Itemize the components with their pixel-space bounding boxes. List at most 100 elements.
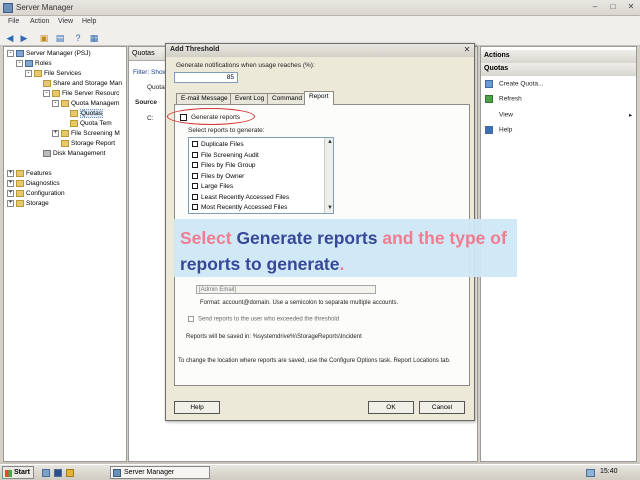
forward-arrow-icon[interactable]: ▶ [18,32,30,44]
up-folder-icon[interactable]: ▣ [38,32,50,44]
folder-icon [61,99,69,107]
row-c-drive[interactable]: C: [147,115,154,122]
report-type-list[interactable]: ▲ ▼ Duplicate Files File Screening Audit F… [188,137,334,214]
show-hide-tree-icon[interactable]: ▤ [54,32,66,44]
action-view[interactable]: View ▸ [485,111,632,119]
highlight-ellipse [167,108,255,125]
report-check-box[interactable] [192,162,198,169]
tree-item[interactable]: + Features [7,169,52,179]
report-list-item[interactable]: Files by Owner [192,172,244,181]
threshold-prompt: Generate notifications when usage reache… [176,62,315,69]
start-button[interactable]: Start [2,466,34,479]
menu-action[interactable]: Action [30,18,49,25]
column-quota[interactable]: Quota [147,84,165,91]
report-check-box[interactable] [192,172,198,179]
collapse-icon[interactable]: - [16,59,23,67]
expand-icon[interactable]: + [7,179,14,187]
quick-launch-server-icon[interactable] [42,469,50,477]
refresh-icon [485,95,493,103]
help-button[interactable]: Help [174,401,220,414]
report-list-item[interactable]: Files by File Group [192,161,256,170]
report-list-scrollbar[interactable]: ▲ ▼ [324,138,333,213]
scroll-down-icon[interactable]: ▼ [325,204,333,213]
report-list-item[interactable]: Most Recently Accessed Files [192,203,287,212]
tree-item-label: File Services [44,70,82,77]
report-check-box[interactable] [192,151,198,158]
tree-item-label: Diagnostics [26,180,60,187]
report-check-box[interactable] [192,141,198,148]
tree-item[interactable]: Storage Report [52,139,115,149]
callout-segment: type of [449,228,507,248]
dialog-close-icon[interactable]: ✕ [462,45,472,55]
saved-location-note: Reports will be saved in: %systemdrive%\… [186,334,362,340]
folder-icon [43,79,51,87]
expand-icon[interactable]: + [7,199,14,207]
properties-icon[interactable]: ▦ [88,32,100,44]
close-icon[interactable]: ✕ [624,2,638,13]
tree-item[interactable]: - Roles [16,59,52,69]
action-help[interactable]: Help [485,126,512,134]
callout-segment: . [339,254,345,274]
network-tray-icon[interactable] [586,469,595,477]
scroll-up-icon[interactable]: ▲ [325,138,333,147]
quick-launch-explorer-icon[interactable] [66,469,74,477]
tree-item[interactable]: + File Screening M [52,129,120,139]
tree-item[interactable]: Disk Management [34,149,105,159]
report-list-item[interactable]: Least Recently Accessed Files [192,193,289,202]
cancel-button[interactable]: Cancel [419,401,465,414]
collapse-icon[interactable]: - [52,99,59,107]
folder-icon [70,119,78,127]
expand-icon[interactable]: + [7,169,14,177]
report-check-box[interactable] [192,193,198,200]
collapse-icon[interactable]: - [25,69,32,77]
maximize-icon[interactable]: □ [606,2,620,13]
report-check-box[interactable] [192,204,198,211]
expand-icon[interactable]: + [7,189,14,197]
taskbar-server-manager[interactable]: Server Manager [110,466,210,479]
filter-label[interactable]: Filter: Show [133,69,167,76]
tree-item-label: Storage Report [71,140,116,147]
tree-item[interactable]: + Configuration [7,189,65,199]
tree-item[interactable]: - File Services [25,69,81,79]
send-to-user-check-box[interactable] [188,316,194,322]
callout-segment: reports to generate [180,254,340,274]
taskbar: Start Server Manager 15:40 [0,464,640,480]
quick-launch-shell-icon[interactable] [54,469,62,477]
minimize-icon[interactable]: – [588,2,602,13]
tree-item-label: Roles [35,60,52,67]
format-note: Format: account@domain. Use a semicolon … [200,300,399,306]
menu-file[interactable]: File [8,18,19,25]
folder-icon [16,179,24,187]
tree-item[interactable]: - File Server Resourc [43,89,119,99]
action-create-quota[interactable]: Create Quota... [485,80,543,88]
tree-item[interactable]: Quota Tem [61,119,112,129]
tree-item[interactable]: Share and Storage Man [34,79,122,89]
tree-item[interactable]: - Quota Managem [52,99,119,109]
send-to-user-checkbox[interactable]: Send reports to the user who exceeded th… [188,316,339,323]
folder-icon [16,199,24,207]
expand-icon[interactable]: + [52,129,59,137]
report-list-item[interactable]: File Screening Audit [192,151,259,160]
tree-item[interactable]: - Server Manager (PSJ) [7,49,91,59]
help-icon[interactable]: ? [72,32,84,44]
tree-item[interactable]: + Storage [7,199,49,209]
report-list-item[interactable]: Duplicate Files [192,140,244,149]
report-check-box[interactable] [192,183,198,190]
back-arrow-icon[interactable]: ◀ [4,32,16,44]
ok-button[interactable]: OK [368,401,414,414]
threshold-input[interactable] [174,72,238,83]
menu-view[interactable]: View [58,18,73,25]
report-list-item[interactable]: Large Files [192,182,233,191]
callout-segment: and the [377,228,450,248]
menu-help[interactable]: Help [82,18,96,25]
collapse-icon[interactable]: - [7,49,14,57]
tab-report[interactable]: Report [304,91,334,105]
tree-item[interactable]: + Diagnostics [7,179,60,189]
select-reports-label: Select reports to generate: [188,127,265,134]
action-refresh[interactable]: Refresh [485,95,522,103]
admin-email-field[interactable]: [Admin Email] [196,285,376,294]
collapse-icon[interactable]: - [43,89,50,97]
actions-section-quotas[interactable]: Quotas [481,63,636,76]
view-icon [485,111,493,119]
tree-item[interactable]: Quotas [61,109,103,119]
